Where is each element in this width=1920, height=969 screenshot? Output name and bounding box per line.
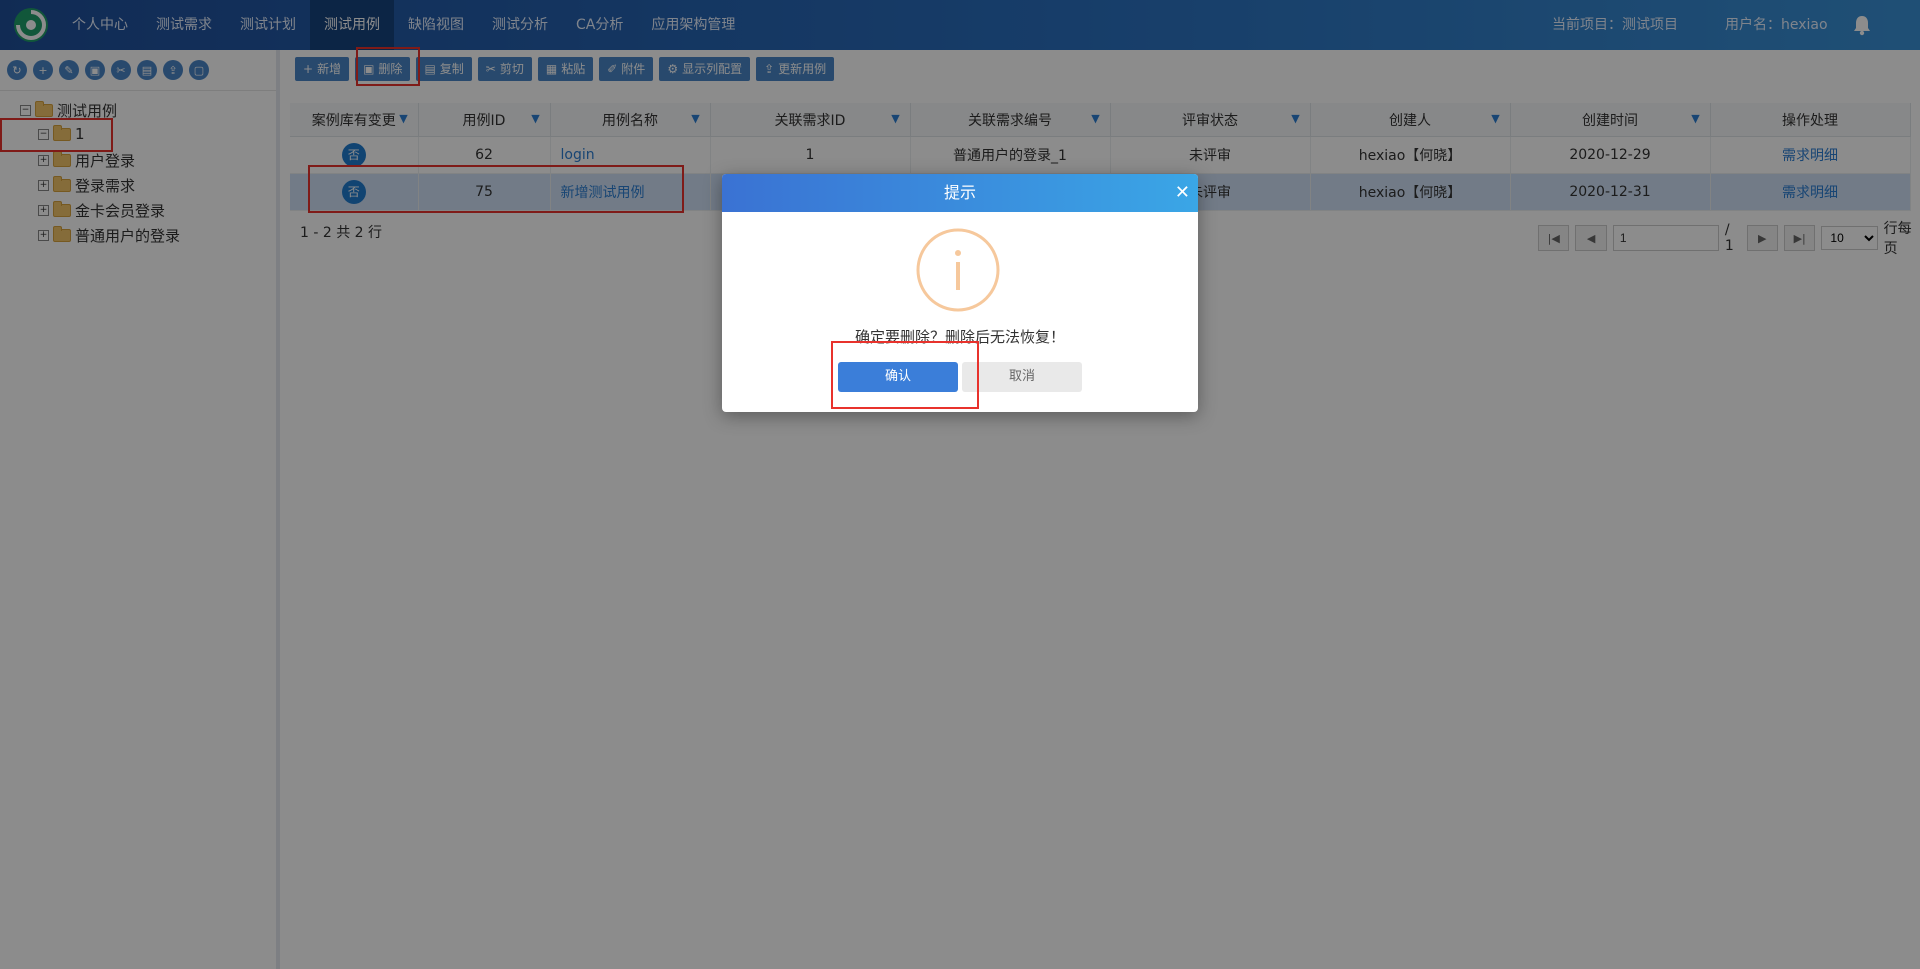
- highlight-confirm: [831, 341, 979, 409]
- info-icon: [916, 228, 1000, 312]
- close-icon[interactable]: ✕: [1175, 174, 1190, 212]
- cancel-button[interactable]: 取消: [962, 362, 1082, 392]
- dialog-header: 提示 ✕: [722, 174, 1198, 212]
- modal-overlay[interactable]: [0, 0, 1920, 969]
- dialog-title: 提示: [943, 183, 976, 202]
